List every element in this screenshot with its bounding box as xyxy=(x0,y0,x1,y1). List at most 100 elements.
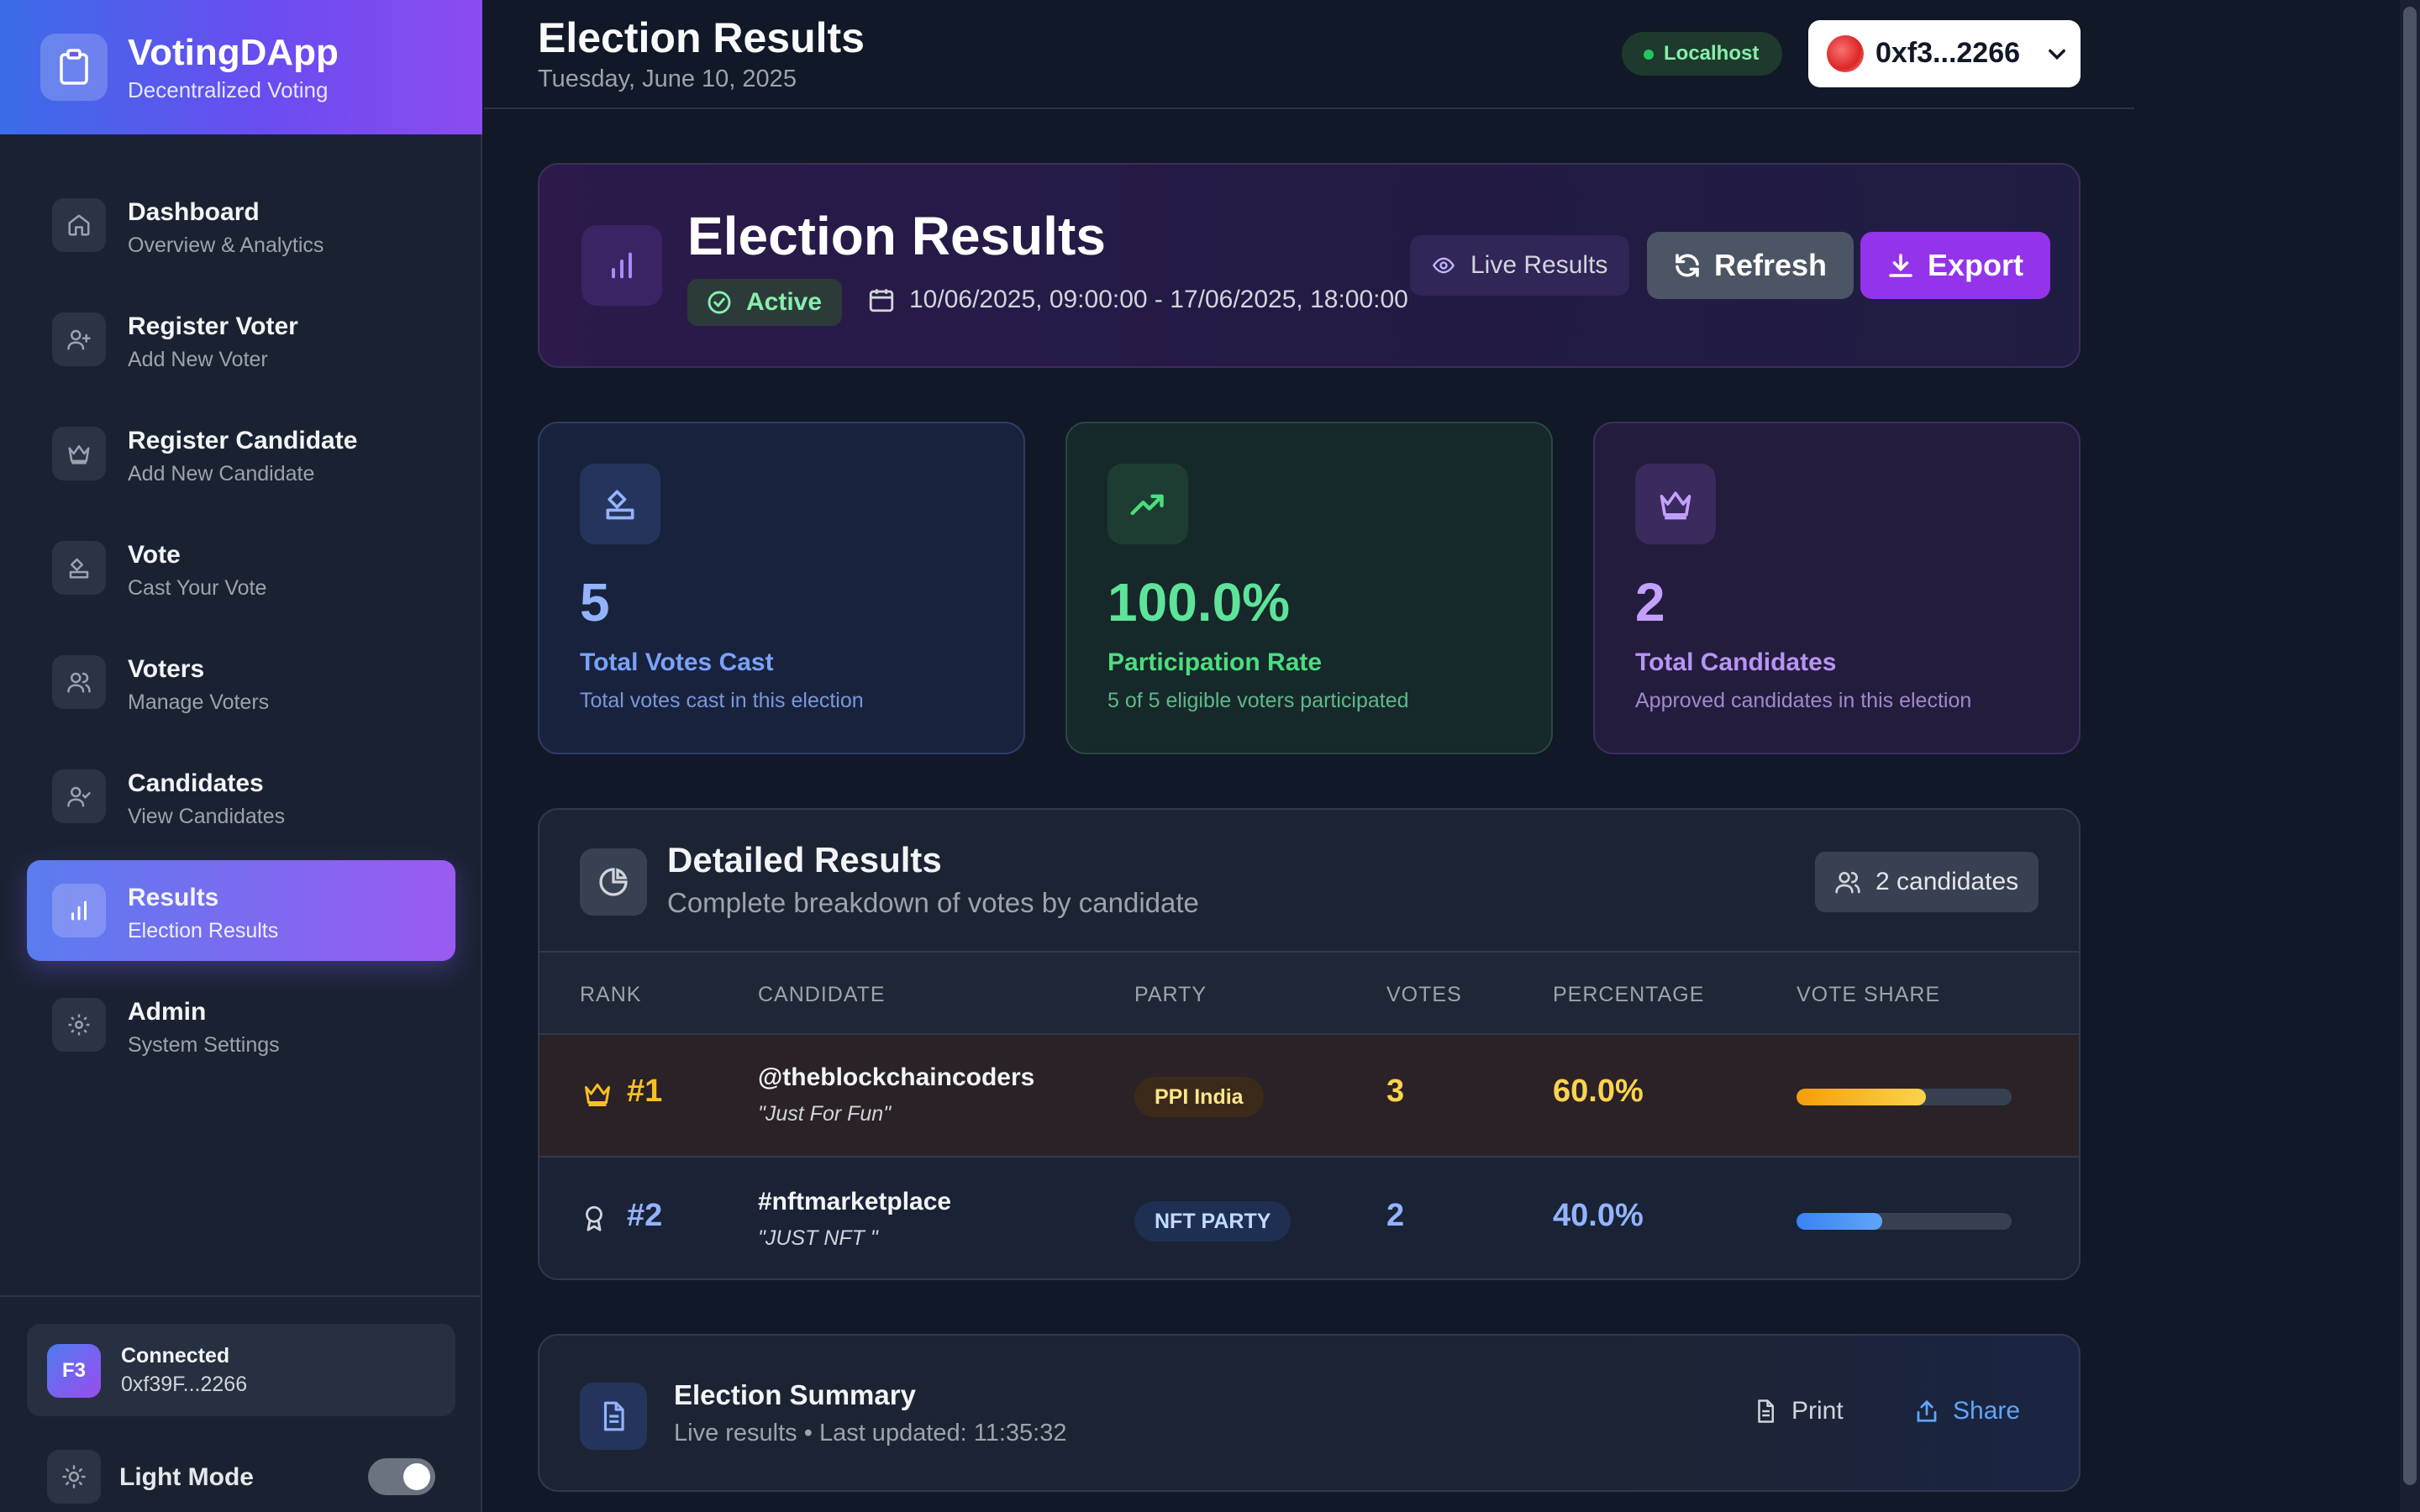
refresh-label: Refresh xyxy=(1714,248,1828,282)
summary-title: Election Summary xyxy=(674,1379,916,1410)
crown-icon xyxy=(1635,464,1716,544)
rank-cell: #2 xyxy=(580,1198,662,1234)
sidebar-item-vote[interactable]: Vote Cast Your Vote xyxy=(27,517,455,618)
clipboard-icon xyxy=(40,34,108,101)
sidebar-item-dashboard[interactable]: Dashboard Overview & Analytics xyxy=(27,175,455,276)
sidebar-item-label: Register Candidate xyxy=(128,427,358,454)
wallet-address: 0xf3...2266 xyxy=(1876,37,2021,69)
sidebar-item-results[interactable]: Results Election Results xyxy=(27,860,455,961)
refresh-icon xyxy=(1676,254,1699,277)
export-button[interactable]: Export xyxy=(1860,232,2051,299)
share-button[interactable]: Share xyxy=(1914,1394,2020,1428)
status-badge: Active xyxy=(687,279,843,326)
sidebar-item-sublabel: Cast Your Vote xyxy=(128,576,267,600)
theme-toggle[interactable] xyxy=(368,1458,435,1495)
sidebar: VotingDApp Decentralized Voting Dashboar… xyxy=(0,0,482,1512)
column-header-candidate[interactable]: CANDIDATE xyxy=(758,983,886,1007)
award-icon xyxy=(586,1205,602,1231)
election-hero: Election Results Active 10/06/2025, 09:0… xyxy=(538,163,2081,368)
sidebar-item-label: Results xyxy=(128,884,219,911)
results-title: Detailed Results xyxy=(667,840,942,879)
crown-icon xyxy=(52,427,106,480)
user-check-icon xyxy=(52,769,106,823)
sidebar-item-register-voter[interactable]: Register Voter Add New Voter xyxy=(27,289,455,390)
connection-address: 0xf39F...2266 xyxy=(121,1373,248,1396)
pie-chart-icon xyxy=(580,848,647,916)
status-label: Active xyxy=(746,288,823,316)
wallet-button[interactable]: 0xf3...2266 xyxy=(1808,20,2081,87)
refresh-button[interactable]: Refresh xyxy=(1647,232,1854,299)
sidebar-item-sublabel: Manage Voters xyxy=(128,690,270,714)
sidebar-item-candidates[interactable]: Candidates View Candidates xyxy=(27,746,455,847)
page-date: Tuesday, June 10, 2025 xyxy=(538,66,797,92)
table-row[interactable]: #1 @theblockchaincoders "Just For Fun" P… xyxy=(539,1035,2079,1158)
election-date-range: 10/06/2025, 09:00:00 - 17/06/2025, 18:00… xyxy=(867,286,1408,314)
candidate-slogan: "JUST NFT " xyxy=(758,1226,878,1250)
brand-subtitle: Decentralized Voting xyxy=(128,77,329,102)
rank-value: #1 xyxy=(627,1074,663,1109)
sidebar-item-register-candidate[interactable]: Register Candidate Add New Candidate xyxy=(27,403,455,504)
connection-card[interactable]: F3 Connected 0xf39F...2266 xyxy=(27,1324,455,1416)
status-dot-icon xyxy=(1644,50,1654,60)
home-icon xyxy=(52,198,106,252)
sidebar-item-label: Register Voter xyxy=(128,312,298,340)
sun-icon xyxy=(47,1450,101,1504)
column-header-vote-share[interactable]: VOTE SHARE xyxy=(1797,983,1940,1007)
top-header: Election Results Tuesday, June 10, 2025 … xyxy=(484,0,2134,109)
print-icon xyxy=(1758,1399,1774,1423)
column-header-percentage[interactable]: PERCENTAGE xyxy=(1553,983,1704,1007)
crown-icon xyxy=(585,1084,610,1106)
stat-value: 2 xyxy=(1635,572,1665,633)
sidebar-item-label: Admin xyxy=(128,998,207,1026)
vote-share-fill xyxy=(1797,1213,1883,1230)
candidate-slogan: "Just For Fun" xyxy=(758,1102,892,1126)
sidebar-divider xyxy=(0,1295,481,1297)
sidebar-item-sublabel: View Candidates xyxy=(128,805,286,828)
vote-percentage: 60.0% xyxy=(1553,1074,1644,1109)
candidate-count-badge: 2 candidates xyxy=(1815,852,2039,912)
print-button[interactable]: Print xyxy=(1753,1394,1844,1428)
wallet-avatar xyxy=(1827,35,1864,72)
sidebar-item-label: Candidates xyxy=(128,769,264,797)
election-summary-card: Election Summary Live results • Last upd… xyxy=(538,1334,2081,1492)
stat-description: 5 of 5 eligible voters participated xyxy=(1107,689,1409,712)
users-icon xyxy=(52,655,106,709)
vote-share-bar xyxy=(1797,1213,2012,1230)
rank-value: #2 xyxy=(627,1198,663,1233)
sidebar-item-label: Voters xyxy=(128,655,205,683)
summary-subtitle: Live results • Last updated: 11:35:32 xyxy=(674,1420,1067,1446)
column-header-rank[interactable]: RANK xyxy=(580,983,641,1007)
candidate-count: 2 candidates xyxy=(1876,868,2019,895)
print-label: Print xyxy=(1791,1397,1844,1425)
stat-description: Total votes cast in this election xyxy=(580,689,864,712)
export-label: Export xyxy=(1928,248,2024,282)
share-label: Share xyxy=(1953,1397,2021,1425)
stat-card-total-votes: 5 Total Votes Cast Total votes cast in t… xyxy=(538,422,1025,754)
table-row[interactable]: #2 #nftmarketplace "JUST NFT " NFT PARTY… xyxy=(539,1159,2079,1278)
live-results-button[interactable]: Live Results xyxy=(1410,235,1630,296)
scrollbar[interactable] xyxy=(2400,0,2420,1512)
ballot-icon xyxy=(52,541,106,595)
column-header-party[interactable]: PARTY xyxy=(1134,983,1207,1007)
share-icon xyxy=(1917,1399,1937,1422)
election-title: Election Results xyxy=(687,206,1106,266)
connection-status: Connected xyxy=(121,1344,230,1368)
bar-chart-icon xyxy=(581,225,662,306)
sidebar-item-sublabel: Add New Voter xyxy=(128,348,268,371)
chevron-down-icon xyxy=(2049,49,2065,60)
candidate-name: #nftmarketplace xyxy=(758,1188,952,1215)
live-results-label: Live Results xyxy=(1470,251,1608,279)
column-header-votes[interactable]: VOTES xyxy=(1386,983,1462,1007)
scrollbar-thumb[interactable] xyxy=(2403,7,2417,1485)
party-badge: PPI India xyxy=(1134,1077,1264,1117)
results-subtitle: Complete breakdown of votes by candidate xyxy=(667,887,1199,918)
trending-up-icon xyxy=(1107,464,1188,544)
sidebar-item-label: Dashboard xyxy=(128,198,260,226)
page-title: Election Results xyxy=(538,14,865,61)
candidate-name: @theblockchaincoders xyxy=(758,1063,1035,1091)
sidebar-item-sublabel: System Settings xyxy=(128,1033,280,1057)
sidebar-item-admin[interactable]: Admin System Settings xyxy=(27,974,455,1075)
sidebar-item-sublabel: Overview & Analytics xyxy=(128,234,324,257)
stat-value: 5 xyxy=(580,572,610,633)
sidebar-item-voters[interactable]: Voters Manage Voters xyxy=(27,632,455,732)
